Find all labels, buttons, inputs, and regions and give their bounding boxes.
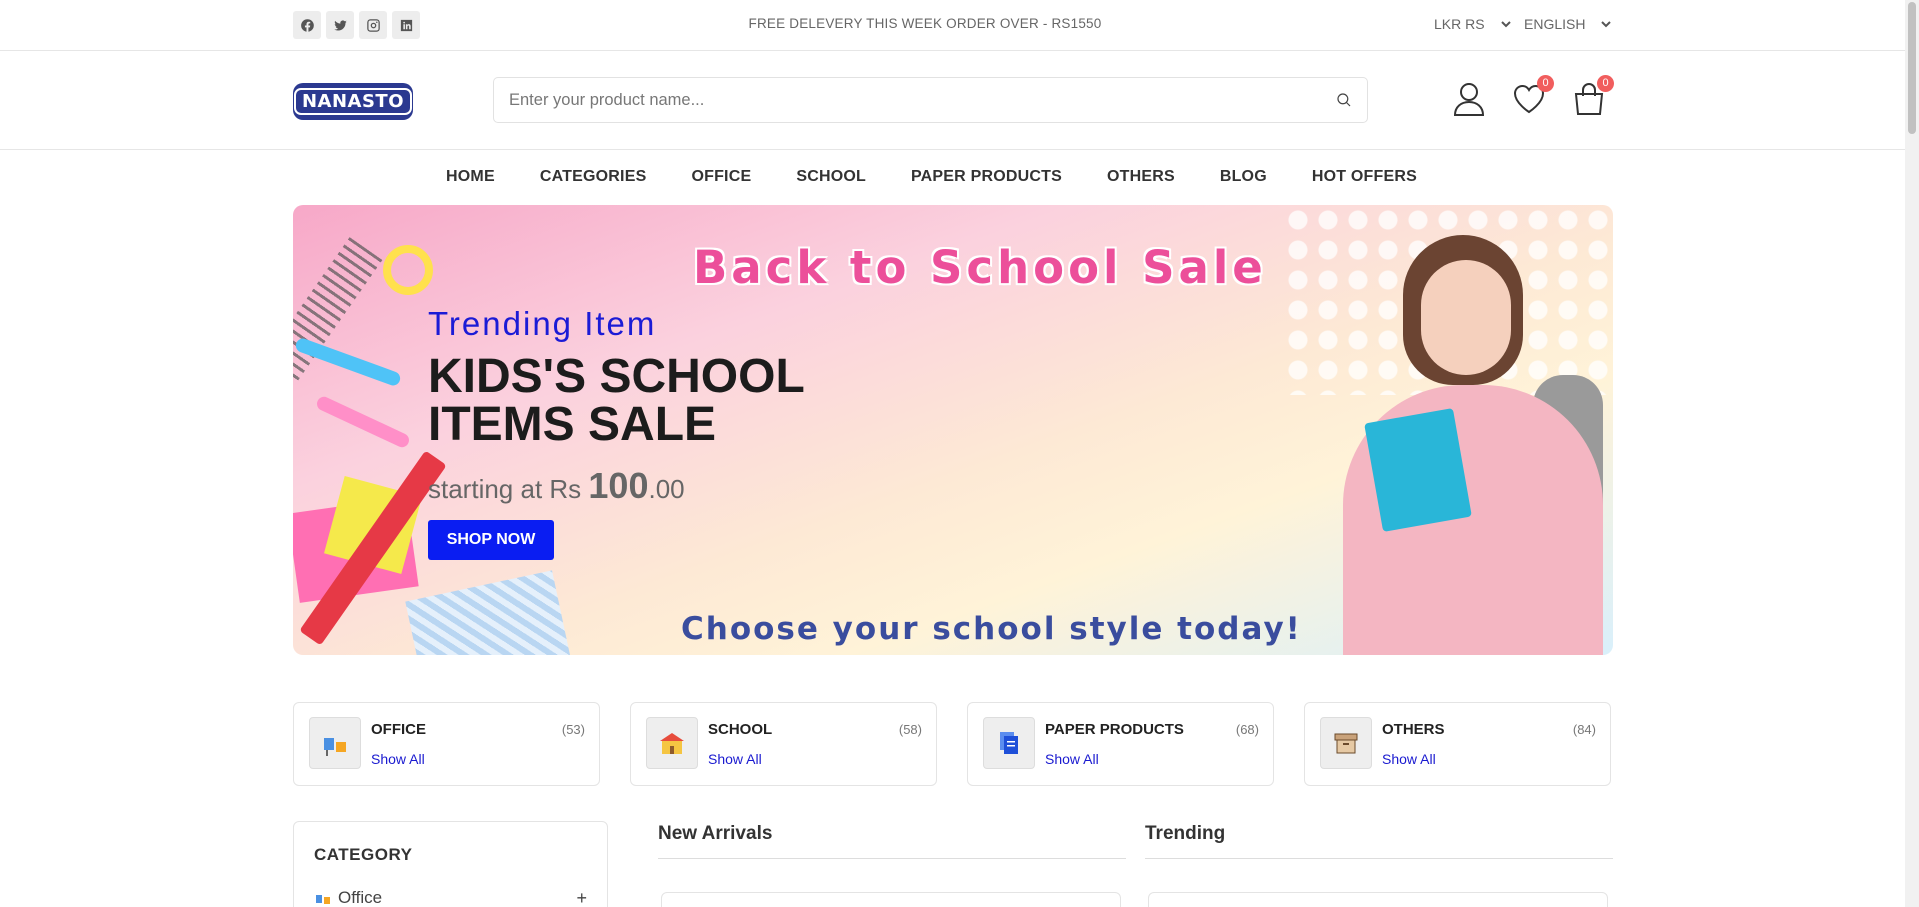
nav-item-blog[interactable]: BLOG [1220,168,1267,186]
category-title: OFFICE [371,721,426,738]
documents-icon [983,717,1035,769]
language-label: ENGLISH [1524,16,1586,32]
category-count: (84) [1572,722,1596,737]
category-card-school[interactable]: SCHOOL (58) Show All [630,702,937,786]
nav-item-others[interactable]: OTHERS [1107,168,1175,186]
nav-item-home[interactable]: HOME [446,168,495,186]
student-photo [1343,215,1603,655]
hero-banner: Back to School Sale Trending Item KIDS'S… [293,205,1613,655]
category-title: SCHOOL [708,721,773,738]
category-title: PAPER PRODUCTS [1045,721,1184,738]
cart-icon[interactable]: 0 [1572,75,1614,119]
sidebar-item-label: Office [338,888,383,907]
nav-item-paper-products[interactable]: PAPER PRODUCTS [911,168,1062,186]
school-building-icon [646,717,698,769]
category-card-others[interactable]: OTHERS (84) Show All [1304,702,1611,786]
nav-item-school[interactable]: SCHOOL [796,168,866,186]
show-all-link[interactable]: Show All [708,751,762,767]
cart-count-badge: 0 [1597,75,1614,92]
hero-headline-line1: KIDS'S SCHOOL [428,350,805,403]
category-count: (58) [898,722,922,737]
chevron-down-icon [1601,21,1612,28]
show-all-link[interactable]: Show All [1045,751,1099,767]
expand-icon[interactable]: + [576,888,587,907]
paper-pad-image [405,570,571,655]
new-arrivals-panel [661,892,1121,907]
category-card-office[interactable]: OFFICE (53) Show All [293,702,600,786]
search-input[interactable] [494,78,1294,122]
hero-price-amount: 100 [588,465,649,506]
tape-roll-image [383,245,433,295]
show-all-link[interactable]: Show All [371,751,425,767]
sidebar-item-office[interactable]: Office [314,888,586,907]
page-scrollbar[interactable] [1905,0,1919,907]
site-header: NANASTO 0 0 [0,51,1905,150]
category-card-paper-products[interactable]: PAPER PRODUCTS (68) Show All [967,702,1274,786]
hero-tagline: Choose your school style today! [681,611,1302,647]
category-sidebar: CATEGORY Office + [293,821,608,907]
hero-price-cents: .00 [648,474,685,504]
search-icon[interactable] [1335,91,1353,109]
office-chair-icon [316,895,330,904]
account-icon[interactable] [1452,81,1488,119]
trending-panel [1148,892,1608,907]
language-selector[interactable]: ENGLISH [1524,16,1612,32]
main-nav: HOME CATEGORIES OFFICE SCHOOL PAPER PROD… [0,168,1905,186]
new-arrivals-heading: New Arrivals [658,823,773,844]
hero-price-prefix: starting at Rs [428,474,582,504]
box-icon [1320,717,1372,769]
wishlist-icon[interactable]: 0 [1512,75,1554,119]
shop-now-button[interactable]: SHOP NOW [428,520,554,560]
site-logo[interactable]: NANASTO [293,83,413,120]
category-title: OTHERS [1382,721,1445,738]
nav-item-categories[interactable]: CATEGORIES [540,168,647,186]
crayon-image [314,394,412,450]
currency-selector[interactable]: LKR RS [1434,16,1511,32]
wishlist-count-badge: 0 [1537,75,1554,92]
office-chair-icon [309,717,361,769]
hero-headline-line2: ITEMS SALE [428,398,717,451]
show-all-link[interactable]: Show All [1382,751,1436,767]
logo-text: NANASTO [293,88,413,115]
hero-sale-title: Back to School Sale [693,241,1267,294]
divider [658,858,1126,859]
divider [1145,858,1613,859]
scrollbar-thumb[interactable] [1908,2,1916,134]
category-count: (68) [1235,722,1259,737]
hero-headline: KIDS'S SCHOOL ITEMS SALE [428,353,928,449]
category-count: (53) [561,722,585,737]
search-bar [493,77,1368,123]
category-cards: OFFICE (53) Show All SCHOOL (58) Show Al… [293,702,1613,786]
trending-heading: Trending [1145,823,1226,844]
sidebar-heading: CATEGORY [314,845,413,864]
currency-label: LKR RS [1434,16,1485,32]
nav-item-office[interactable]: OFFICE [691,168,751,186]
chevron-down-icon [1500,21,1511,28]
top-bar: FREE DELEVERY THIS WEEK ORDER OVER - RS1… [0,0,1905,51]
nav-item-hot-offers[interactable]: HOT OFFERS [1312,168,1417,186]
hero-price: starting at Rs 100.00 [428,465,685,507]
hero-eyebrow: Trending Item [428,305,657,342]
